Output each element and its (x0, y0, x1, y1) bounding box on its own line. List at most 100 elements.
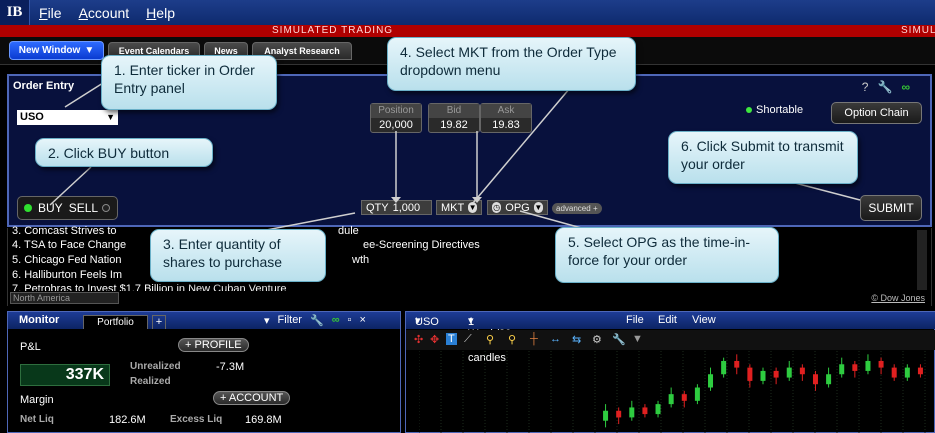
new-window-label: New Window (18, 45, 81, 56)
callout-6: 6. Click Submit to transmit your order (668, 131, 858, 184)
buy-indicator-icon (24, 204, 32, 212)
tif-value: OPG (505, 201, 530, 214)
account-button[interactable]: + ACCOUNT (213, 391, 291, 405)
candlestick-chart (419, 351, 926, 433)
position-label: Position (371, 104, 421, 118)
advanced-toggle[interactable]: advanced + (552, 203, 602, 214)
settings-icon[interactable]: ⚙ (592, 333, 602, 346)
chart-period-dropdown[interactable]: 1 Week/30 min candles ▾ (468, 314, 511, 364)
add-tab-button[interactable]: + (152, 315, 166, 329)
ticker-value: USO (20, 111, 44, 123)
news-item[interactable]: 4. TSA to Face Change (12, 239, 126, 251)
new-window-button[interactable]: New Window ▼ (9, 41, 104, 60)
cursor-icon[interactable]: ✥ (430, 333, 439, 346)
quantity-field[interactable]: QTY 1,000 (361, 200, 432, 215)
wrench-icon[interactable]: 🔧 (310, 314, 324, 327)
excessliq-value: 169.8M (245, 414, 282, 426)
candle-body (681, 394, 687, 401)
wrench-icon[interactable]: 🔧 (877, 80, 892, 94)
news-item-fragment: ee-Screening Directives (363, 239, 480, 251)
chevron-down-icon[interactable]: ▼ (632, 333, 643, 345)
draw-line-icon[interactable]: ⟋ (464, 333, 472, 346)
candle-body (839, 364, 845, 375)
buy-sell-toggle[interactable]: BUY SELL (17, 196, 118, 220)
margin-label: Margin (20, 394, 54, 406)
position-field: Position 20,000 (370, 103, 422, 133)
crosshair-tool-icon[interactable]: ┼ (530, 333, 538, 345)
clock-icon: ◷ (492, 202, 502, 213)
excessliq-label: Excess Liq (170, 414, 223, 425)
region-dropdown[interactable]: North America (10, 292, 119, 304)
position-value: 20,000 (379, 119, 413, 131)
news-item[interactable]: 6. Halliburton Feels Im (12, 269, 122, 281)
zoom-out-icon[interactable]: ⚲ (508, 333, 516, 346)
wrench-icon[interactable]: 🔧 (612, 333, 626, 346)
candle-body (904, 367, 910, 378)
chevron-down-icon[interactable]: ▼ (533, 202, 543, 213)
option-chain-button[interactable]: Option Chain (831, 102, 922, 124)
buy-button[interactable]: BUY (38, 201, 63, 215)
simulated-trading-label-right: SIMUL (901, 25, 935, 36)
simulated-trading-bar: SIMULATED TRADING SIMUL (0, 25, 935, 37)
menu-help[interactable]: Help (146, 5, 175, 21)
qty-value: 1,000 (392, 201, 421, 214)
help-icon[interactable]: ? (862, 80, 869, 94)
crosshair-icon[interactable]: ✣ (414, 333, 423, 346)
compress-icon[interactable]: ⇆ (572, 333, 581, 346)
chart-header: USO ▾ 1 Week/30 min candles ▾ File Edit … (406, 312, 935, 364)
candle-body (891, 367, 897, 378)
news-item[interactable]: 7. Petrobras to Invest $1.7 Billion in N… (12, 283, 287, 291)
filter-label[interactable]: Filter (278, 314, 302, 327)
candle-body (852, 364, 858, 371)
menu-file[interactable]: File (39, 5, 62, 21)
text-tool-icon[interactable]: T (446, 333, 457, 345)
candle-body (629, 407, 635, 418)
news-item[interactable]: 5. Chicago Fed Nation (12, 254, 121, 266)
submit-button[interactable]: SUBMIT (860, 195, 922, 221)
sell-indicator-icon (102, 204, 111, 212)
monitor-panel: Monitor Portfolio + ▾ Filter 🔧 ∞ ▫ × P&L… (7, 311, 401, 433)
time-in-force-dropdown[interactable]: ◷ OPG ▼ (487, 200, 548, 215)
pnl-value: 337K (20, 364, 110, 386)
tab-portfolio[interactable]: Portfolio (83, 315, 148, 329)
ticker-input[interactable]: USO ▼ (17, 110, 118, 125)
menu-account[interactable]: Account (79, 5, 130, 21)
chart-panel: USO ▾ 1 Week/30 min candles ▾ File Edit … (405, 311, 935, 433)
netliq-value: 182.6M (109, 414, 146, 426)
close-icon[interactable]: × (359, 314, 365, 327)
filter-icon[interactable]: ▾ (264, 314, 270, 327)
candle-body (668, 394, 674, 405)
ask-value: 19.83 (492, 119, 520, 131)
news-panel: 3. Comcast Strives to 4. TSA to Face Cha… (7, 225, 932, 306)
minimize-icon[interactable]: ▫ (348, 314, 352, 327)
chevron-down-icon[interactable]: ▼ (106, 110, 115, 125)
shortable-label: Shortable (756, 104, 804, 116)
candle-body (786, 367, 792, 378)
chart-menu-edit[interactable]: Edit (658, 314, 677, 326)
callout-3: 3. Enter quantity of shares to purchase (150, 229, 326, 282)
order-type-dropdown[interactable]: MKT ▼ (436, 200, 482, 215)
link-icon[interactable]: ∞ (901, 80, 910, 94)
bid-value: 19.82 (440, 119, 468, 131)
news-item[interactable]: 3. Comcast Strives to (12, 225, 117, 237)
region-value: North America (13, 293, 71, 303)
news-source[interactable]: © Dow Jones (871, 293, 925, 303)
news-item-fragment: dule (338, 225, 359, 237)
expand-icon[interactable]: ↔ (550, 333, 561, 345)
candle-body (878, 360, 884, 368)
sell-button[interactable]: SELL (69, 201, 98, 215)
candle-body (616, 410, 622, 418)
link-icon[interactable]: ∞ (332, 314, 340, 327)
monitor-title: Monitor (19, 314, 60, 326)
candle-body (721, 360, 727, 375)
candle-body (760, 370, 766, 381)
chevron-down-icon[interactable]: ▼ (468, 202, 477, 213)
green-dot-icon (746, 107, 752, 114)
news-scrollbar[interactable] (917, 230, 927, 290)
profile-button[interactable]: + PROFILE (178, 338, 249, 352)
chart-menu-file[interactable]: File (626, 314, 644, 326)
zoom-in-icon[interactable]: ⚲ (486, 333, 494, 346)
chart-symbol-dropdown[interactable]: USO ▾ (415, 314, 439, 328)
chart-menu-view[interactable]: View (692, 314, 716, 326)
callout-2: 2. Click BUY button (35, 138, 213, 167)
